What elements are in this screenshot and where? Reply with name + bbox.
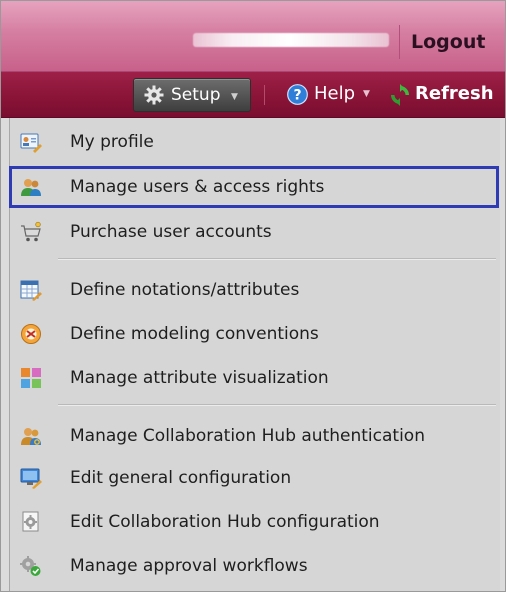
menu-item-label: Edit general configuration (70, 468, 292, 488)
menu-divider (58, 258, 496, 260)
menu-item-purchase-accounts[interactable]: Purchase user accounts (12, 214, 496, 250)
setup-label: Setup (171, 85, 221, 105)
menu-item-label: Manage Collaboration Hub authentication (70, 426, 425, 446)
menu-item-label: Manage attribute visualization (70, 368, 329, 388)
menu-item-attribute-visualization[interactable]: Manage attribute visualization (12, 360, 496, 396)
chevron-down-icon: ▼ (231, 92, 238, 102)
menu-divider (58, 404, 496, 406)
header-separator (399, 25, 400, 59)
menu-item-label: Define notations/attributes (70, 280, 300, 300)
menu-item-hub-configuration[interactable]: Edit Collaboration Hub configuration (12, 504, 496, 540)
menu-item-label: Define modeling conventions (70, 324, 319, 344)
svg-text:?: ? (293, 88, 301, 104)
users-icon (21, 179, 41, 196)
logout-link[interactable]: Logout (411, 25, 485, 59)
menu-item-modeling-conventions[interactable]: Define modeling conventions (12, 316, 496, 352)
table-edit-icon (20, 280, 42, 301)
users-key-icon (21, 428, 41, 445)
workflow-gears-icon (20, 556, 41, 576)
menu-item-label: Edit Collaboration Hub configuration (70, 512, 380, 532)
user-name-field-blurred (193, 33, 389, 47)
menu-item-label: Purchase user accounts (70, 222, 272, 242)
menu-item-manage-users[interactable]: Manage users & access rights (9, 166, 499, 208)
refresh-icon (391, 84, 409, 106)
refresh-label: Refresh (415, 83, 494, 104)
monitor-edit-icon (20, 468, 42, 489)
menu-item-label: Manage approval workflows (70, 556, 308, 576)
menu-item-label: Manage users & access rights (70, 177, 325, 197)
app-frame: Logout Setup ▼ ? Help ▼ Refresh My profi… (0, 0, 506, 592)
top-header-bar: Logout (1, 1, 505, 72)
menu-item-define-notations[interactable]: Define notations/attributes (12, 272, 496, 308)
conventions-badge-icon (21, 324, 41, 344)
toolbar-separator (264, 85, 265, 105)
menu-item-my-profile[interactable]: My profile (12, 124, 496, 160)
color-grid-icon (21, 368, 41, 388)
setup-dropdown-menu: My profile Manage users & access rights … (9, 118, 500, 591)
cart-icon (21, 221, 41, 242)
gear-document-icon (22, 511, 39, 532)
gear-icon (144, 85, 164, 105)
menu-item-approval-workflows[interactable]: Manage approval workflows (12, 548, 496, 584)
menu-item-hub-authentication[interactable]: Manage Collaboration Hub authentication (12, 418, 496, 454)
profile-card-icon (20, 133, 42, 153)
menu-item-general-configuration[interactable]: Edit general configuration (12, 460, 496, 496)
menu-item-label: My profile (70, 132, 154, 152)
help-icon: ? (287, 84, 308, 105)
chevron-down-icon: ▼ (363, 89, 370, 99)
help-label: Help (314, 83, 356, 104)
setup-menu-button[interactable]: Setup ▼ (133, 78, 251, 112)
